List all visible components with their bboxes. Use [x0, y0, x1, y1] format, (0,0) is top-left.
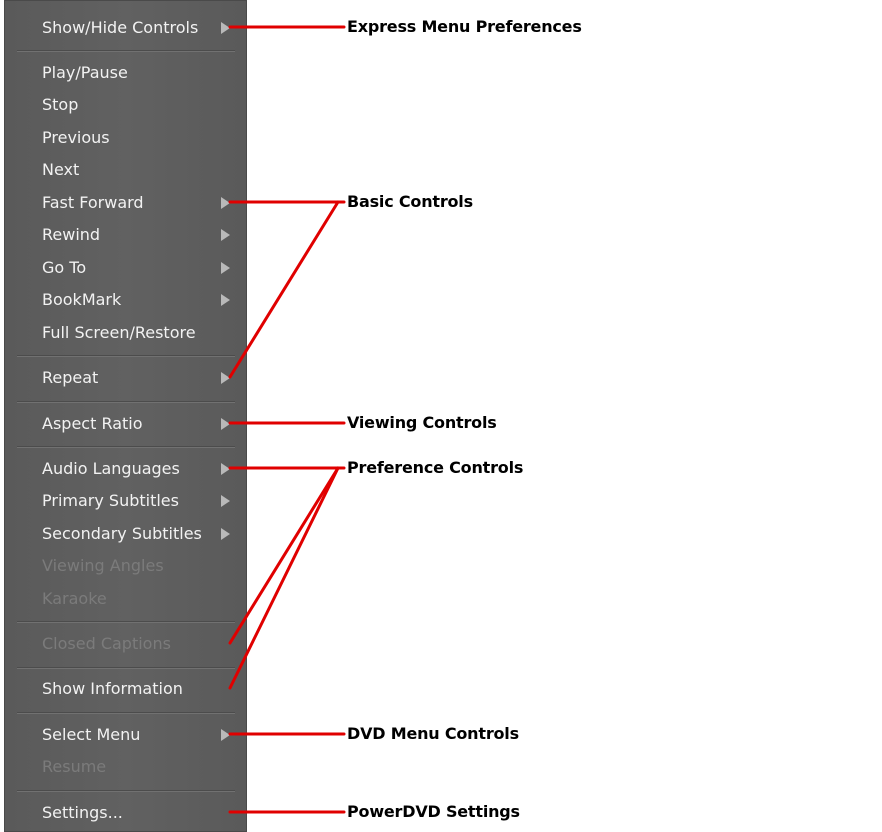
annotation-dvd-menu-controls: DVD Menu Controls	[347, 724, 519, 743]
callout-line-preference-closed-captions	[228, 466, 340, 645]
callout-line-basic-repeat	[228, 200, 340, 379]
annotation-express-menu-preferences: Express Menu Preferences	[347, 17, 582, 36]
annotation-powerdvd-settings: PowerDVD Settings	[347, 802, 520, 821]
annotation-basic-controls: Basic Controls	[347, 192, 473, 211]
callout-line-preference-show-information	[228, 466, 340, 690]
annotation-viewing-controls: Viewing Controls	[347, 413, 497, 432]
annotation-preference-controls: Preference Controls	[347, 458, 524, 477]
